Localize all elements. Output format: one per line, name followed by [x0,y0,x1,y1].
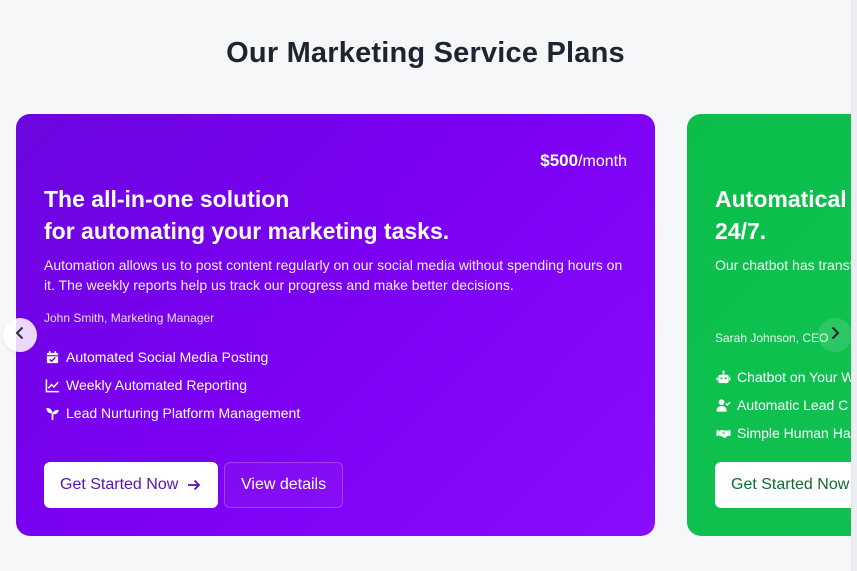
scrollbar[interactable] [851,0,857,571]
testimonial-author: John Smith, Marketing Manager [44,311,215,325]
feature-item: Lead Nurturing Platform Management [44,399,300,427]
feature-item: Chatbot on Your W [715,363,855,391]
seedling-icon [44,405,60,421]
feature-label: Lead Nurturing Platform Management [66,405,301,421]
price-period: /month [578,153,627,170]
plan-card-automation: $500/month The all-in-one solution for a… [16,114,655,536]
plan-price: $500/month [540,151,627,171]
plan-headline-line1: The all-in-one solution [44,186,290,212]
carousel-prev-button[interactable] [3,318,37,352]
carousel-next-button[interactable] [818,318,852,352]
chevron-left-icon [13,326,27,345]
handshake-icon [715,425,731,441]
feature-item: Weekly Automated Reporting [44,371,300,399]
feature-label: Automatic Lead C [737,397,849,413]
plan-headline: The all-in-one solution for automating y… [44,183,449,247]
page: Our Marketing Service Plans $500/month T… [0,0,857,571]
get-started-label: Get Started Now [731,476,850,493]
view-details-button[interactable]: View details [224,462,344,508]
feature-label: Simple Human Ha [737,425,851,441]
chart-line-icon [44,377,60,393]
plan-headline: Automatical 24/7. [715,183,847,247]
feature-item: Simple Human Ha [715,419,855,447]
feature-label: Chatbot on Your W [737,369,855,385]
plan-testimonial: Automation allows us to post content reg… [44,257,623,293]
arrow-right-icon [186,477,202,493]
feature-label: Weekly Automated Reporting [66,377,248,393]
user-check-icon [715,397,731,413]
feature-list: Automated Social Media Posting Weekly Au… [44,343,300,427]
feature-item: Automated Social Media Posting [44,343,300,371]
feature-item: Automatic Lead C [715,391,855,419]
plan-headline-line2: 24/7. [715,218,767,244]
testimonial-author: Sarah Johnson, CEO [715,331,829,345]
get-started-label: Get Started Now [60,476,179,493]
calendar-check-icon [44,349,60,365]
robot-icon [715,369,731,385]
get-started-button[interactable]: Get Started Now [44,462,219,508]
chevron-right-icon [828,326,842,345]
feature-label: Automated Social Media Posting [66,349,269,365]
price-amount: $500 [540,151,579,170]
plan-testimonial: Our chatbot has transf when our team isn… [715,257,857,273]
plan-headline-line1: Automatical [715,186,847,212]
get-started-button[interactable]: Get Started Now [715,462,857,508]
page-title: Our Marketing Service Plans [226,37,625,69]
feature-list: Chatbot on Your W Automatic Lead C Simpl… [715,363,855,447]
plan-headline-line2: for automating your marketing tasks. [44,218,450,244]
